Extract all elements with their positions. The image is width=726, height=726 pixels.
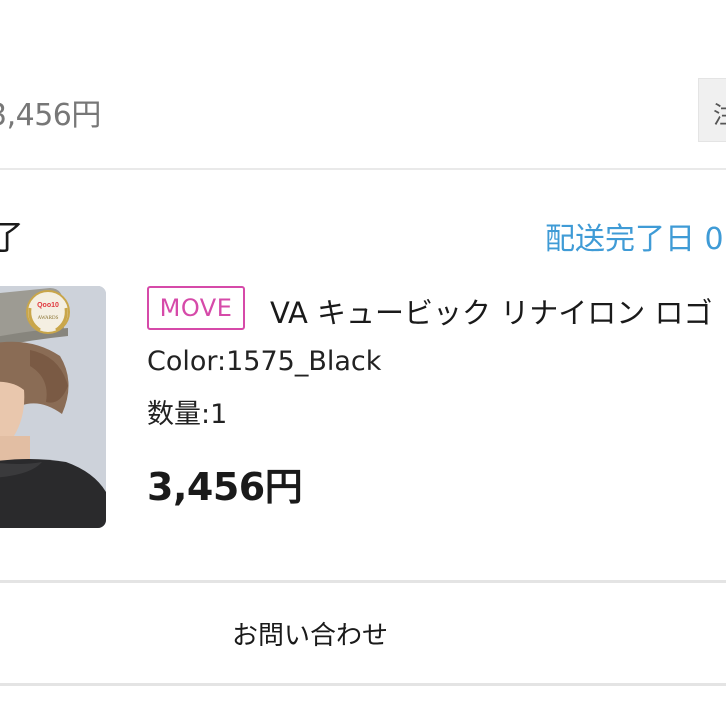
delivery-date-link[interactable]: 配送完了日 0 (545, 214, 724, 258)
product-quantity: 数量:1 (147, 399, 228, 430)
summary-total-price: 3,456円 (0, 98, 101, 133)
order-status: 了 (0, 218, 24, 258)
svg-text:AWARDS: AWARDS (38, 316, 59, 321)
product-name[interactable]: VA キュービック リナイロン ロゴ (270, 290, 712, 332)
product-option: Color:1575_Black (147, 346, 382, 377)
product-price: 3,456円 (147, 465, 303, 509)
order-detail-page: 3,456円 注 了 配送完了日 0 (0, 0, 726, 726)
svg-text:Qoo10: Qoo10 (37, 302, 59, 309)
order-summary-row: 3,456円 注 (0, 0, 726, 168)
summary-side-button-label: 注 (713, 95, 726, 130)
contact-button-label: お問い合わせ (231, 621, 388, 651)
shop-badge[interactable]: MOVE (147, 286, 245, 330)
summary-side-button[interactable]: 注 (698, 78, 726, 142)
contact-button[interactable]: お問い合わせ (0, 583, 726, 683)
order-item-card: 了 配送完了日 0 Qoo10 AWARDS MOVE VA キュービック リナ… (0, 170, 726, 580)
product-thumbnail[interactable]: Qoo10 AWARDS (0, 286, 106, 528)
footer-area (0, 686, 726, 726)
